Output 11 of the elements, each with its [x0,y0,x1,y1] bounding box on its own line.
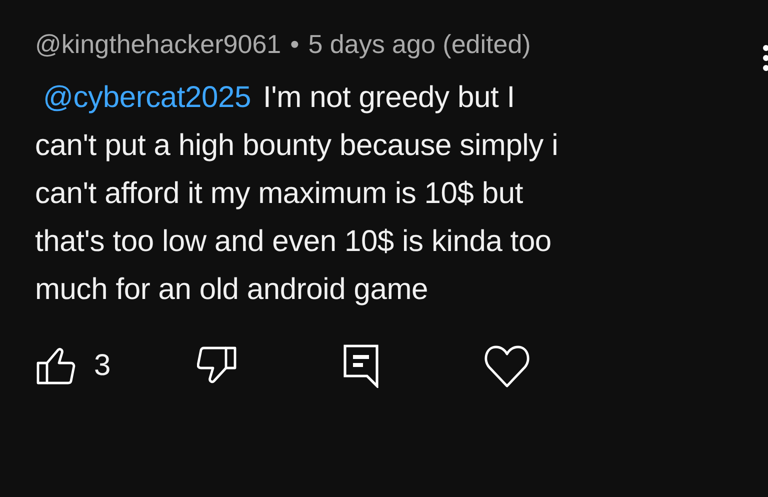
comment-author[interactable]: @kingthehacker9061 [35,28,282,60]
comment-time: 5 days ago (edited) [308,28,531,60]
mention-link[interactable]: @cybercat2025 [43,81,251,114]
dislike-button[interactable] [196,346,237,386]
more-icon[interactable] [760,44,768,72]
heart-icon[interactable] [484,344,530,388]
like-button[interactable]: 3 [36,346,111,386]
reply-icon[interactable] [342,344,379,388]
separator-dot: • [290,28,300,60]
comment-text: @cybercat2025 I'm not greedy but I can't put a high bounty because simply i can't afford it my maximum is 10$ but that's too low and even 10$ is kinda too much for an old android game [35,80,560,308]
like-count: 3 [94,349,111,383]
